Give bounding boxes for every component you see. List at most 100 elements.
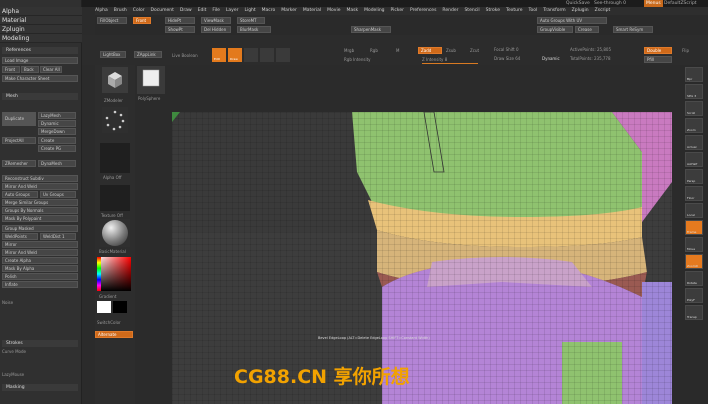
menu-item-movie[interactable]: Movie [327, 8, 340, 13]
view-local-button[interactable]: Local [685, 203, 703, 218]
show-pt-button[interactable]: ShowPt [165, 26, 195, 33]
m-toggle[interactable]: M [396, 48, 399, 53]
menu-item-light[interactable]: Light [244, 8, 255, 13]
material-thumb[interactable] [100, 219, 130, 247]
menu-item-file[interactable]: File [212, 8, 220, 13]
view-scroll-button[interactable]: Scroll [685, 101, 703, 116]
front-view-button[interactable]: Front [133, 17, 151, 24]
reconstruct-subdiv-button[interactable]: Reconstruct Subdiv [2, 175, 78, 182]
view-rotate-button[interactable]: Rotate [685, 271, 703, 286]
view-aahalf-button[interactable]: AAHalf [685, 152, 703, 167]
double-button[interactable]: Double [644, 47, 672, 54]
flip-button[interactable]: Flip [682, 48, 689, 53]
menu-item-picker[interactable]: Picker [391, 8, 404, 13]
view-zoomd-button[interactable]: ZoomD [685, 254, 703, 269]
sharpen-mask-button[interactable]: SharpenMask [351, 26, 391, 33]
uv-groups-button[interactable]: Uv Groups [40, 191, 76, 198]
draw-size-slider[interactable]: Draw Size 64 [494, 56, 520, 61]
noise-label[interactable]: Noise [2, 300, 78, 305]
menu-item-texture[interactable]: Texture [506, 8, 522, 13]
view-frame-button[interactable]: Frame [685, 220, 703, 235]
switch-color-button[interactable]: SwitchColor [97, 320, 121, 325]
zcut-toggle[interactable]: Zcut [470, 48, 479, 53]
merge-down-button[interactable]: MergeDown [38, 128, 76, 135]
menu-item-transform[interactable]: Transform [543, 8, 565, 13]
inflate-slider[interactable]: Inflate [2, 281, 78, 288]
z-intensity-slider[interactable]: Z Intensity 8 [422, 57, 447, 62]
hide-pt-button[interactable]: HidePt [165, 17, 195, 24]
gradient-label[interactable]: Gradient [99, 294, 116, 299]
mirror-button[interactable]: Mirror [2, 241, 78, 248]
polysphere-thumb[interactable] [137, 66, 165, 94]
lazymesh-button[interactable]: LazyMesh [38, 112, 76, 119]
menu-item-document[interactable]: Document [151, 8, 174, 13]
menu-item-brush[interactable]: Brush [114, 8, 127, 13]
make-character-sheet-button[interactable]: Make Character Sheet [2, 75, 78, 82]
view-mask-button[interactable]: ViewMask [201, 17, 231, 24]
live-boolean-toggle[interactable]: Live Boolean [172, 53, 198, 58]
dynamic-button[interactable]: Dynamic [38, 120, 76, 127]
create-button[interactable]: Create [38, 137, 76, 144]
mrgb-toggle[interactable]: Mrgb [344, 48, 354, 53]
weld-points-button[interactable]: WeldPoints [2, 233, 38, 240]
mirror-and-weld-button-2[interactable]: Mirror And Weld [2, 249, 78, 256]
mask-by-alpha-button[interactable]: Mask By Alpha [2, 265, 78, 272]
edit-button[interactable]: Edit [212, 48, 226, 62]
references-header[interactable]: References [2, 47, 78, 54]
front-button[interactable]: Front [2, 66, 20, 73]
menu-item-tool[interactable]: Tool [529, 8, 538, 13]
palette-alpha[interactable]: Alpha [0, 7, 82, 16]
zmodeler-brush-thumb[interactable] [102, 67, 128, 93]
menu-item-stencil[interactable]: Stencil [464, 8, 479, 13]
palette-material[interactable]: Material [0, 16, 82, 25]
create-pg-button[interactable]: Create PG [38, 145, 76, 152]
auto-groups-button[interactable]: Auto Groups [2, 191, 38, 198]
lightbox-button[interactable]: LightBox [100, 51, 126, 58]
group-masked-button[interactable]: Group Masked [2, 225, 78, 232]
zapplink-button[interactable]: ZAppLink [134, 51, 162, 58]
lazy-mouse-toggle[interactable]: LazyMouse [2, 372, 78, 377]
view-floor-button[interactable]: Floor [685, 186, 703, 201]
store-mt-button[interactable]: StoreMT [237, 17, 265, 24]
focal-shift-slider[interactable]: Focal Shift 0 [494, 47, 519, 52]
auto-groups-with-uv-button[interactable]: Auto Groups With UV [537, 17, 607, 24]
pfill-button[interactable]: Pfill [644, 56, 672, 63]
menu-item-zscript[interactable]: Zscript [595, 8, 611, 13]
view-polyf-button[interactable]: PolyF [685, 288, 703, 303]
masking-header[interactable]: Masking [2, 384, 78, 391]
menu-item-stroke[interactable]: Stroke [486, 8, 500, 13]
dynamesh-button[interactable]: DynaMesh [38, 160, 76, 167]
create-alpha-button[interactable]: Create Alpha [2, 257, 78, 264]
default-zscript-button[interactable]: DefaultZScript [664, 0, 697, 7]
menu-item-material[interactable]: Material [303, 8, 321, 13]
smart-resym-button[interactable]: Smart ReSym [613, 26, 653, 33]
view-bpr-button[interactable]: Bpr [685, 67, 703, 82]
mesh-header[interactable]: Mesh [2, 93, 78, 100]
polish-slider[interactable]: Polish [2, 273, 78, 280]
dots-stroke-icon[interactable] [102, 107, 128, 133]
clear-all-button[interactable]: Clear All [40, 66, 62, 73]
menu-item-edit[interactable]: Edit [198, 8, 207, 13]
mirror-and-weld-button[interactable]: Mirror And Weld [2, 183, 78, 190]
view-actual-button[interactable]: Actual [685, 135, 703, 150]
menu-item-marker[interactable]: Marker [281, 8, 297, 13]
group-visible-button[interactable]: GroupVisible [537, 26, 573, 33]
mask-by-polypaint-button[interactable]: Mask By Polypaint [2, 215, 78, 222]
menu-item-modeling[interactable]: Modeling [364, 8, 384, 13]
merge-similar-groups-button[interactable]: Merge Similar Groups [2, 199, 78, 206]
scale-button[interactable] [260, 48, 274, 62]
alpha-thumb[interactable] [100, 143, 130, 173]
view-transp-button[interactable]: Transp [685, 305, 703, 320]
dynamic-toggle[interactable]: Dynamic [542, 56, 560, 61]
palette-modeling[interactable]: Modeling [0, 34, 82, 43]
viewport-canvas[interactable] [172, 112, 672, 404]
rgb-intensity-slider[interactable]: Rgb Intensity [344, 57, 371, 62]
menu-item-draw[interactable]: Draw [180, 8, 192, 13]
see-through-slider[interactable]: See-through 0 [594, 0, 626, 7]
menu-item-render[interactable]: Render [442, 8, 458, 13]
texture-thumb[interactable] [100, 185, 130, 211]
project-all-button[interactable]: ProjectAll [2, 137, 36, 144]
zremesher-button[interactable]: ZRemesher [2, 160, 36, 167]
move-button[interactable] [244, 48, 258, 62]
del-hidden-button[interactable]: Del Hidden [201, 26, 231, 33]
